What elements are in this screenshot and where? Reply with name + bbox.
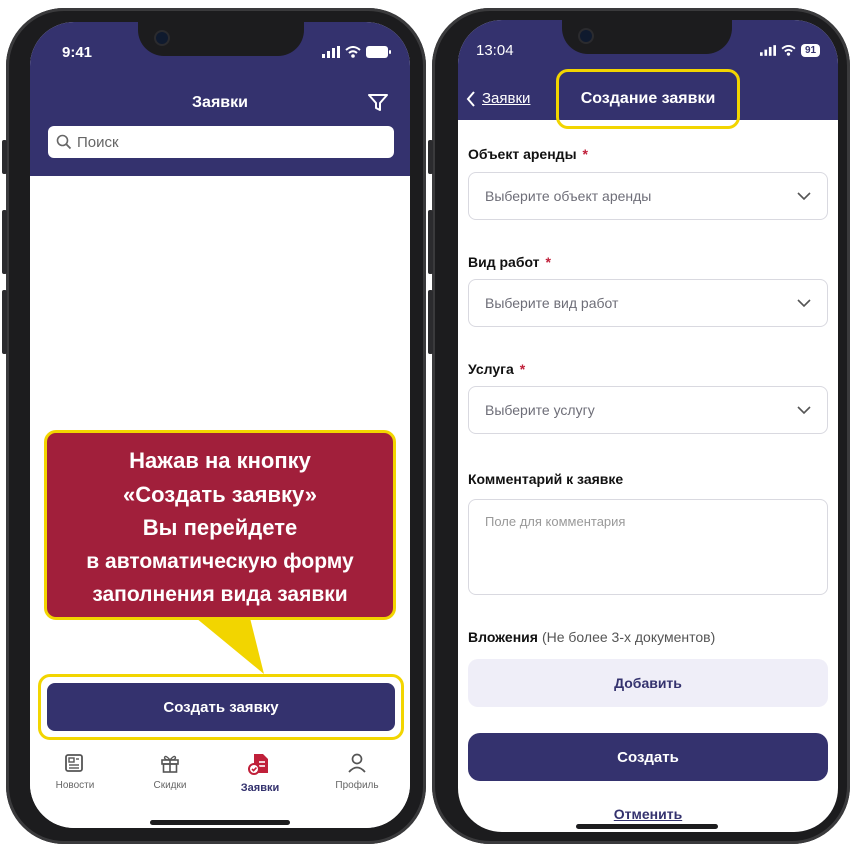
- callout-line: Вы перейдете: [142, 515, 298, 540]
- battery-level: 91: [805, 45, 817, 56]
- tab-discounts[interactable]: Скидки: [130, 752, 210, 791]
- wifi-icon: [345, 46, 361, 58]
- select-placeholder: Выберите объект аренды: [485, 188, 652, 204]
- label-text: Объект аренды: [468, 146, 577, 162]
- create-request-button[interactable]: Создать заявку: [47, 683, 395, 731]
- add-attachment-button[interactable]: Добавить: [468, 659, 828, 707]
- wifi-icon: [781, 45, 796, 56]
- callout-pointer-arrow: [196, 618, 264, 674]
- instruction-callout: Нажав на кнопку «Создать заявку» Вы пере…: [44, 430, 396, 620]
- service-select[interactable]: Выберите услугу: [468, 386, 828, 434]
- status-icons: [322, 46, 392, 58]
- page-title-highlight: Создание заявки: [556, 69, 740, 129]
- callout-line: заполнения вида заявки: [92, 583, 348, 606]
- required-mark: *: [582, 146, 588, 162]
- tab-label: Новости: [55, 780, 95, 791]
- volume-down-button: [2, 290, 7, 354]
- field-label: Услуга *: [468, 361, 525, 377]
- page-title: Заявки: [192, 94, 248, 111]
- required-mark: *: [545, 254, 551, 270]
- tab-requests[interactable]: Заявки: [220, 752, 300, 794]
- signal-icon: [322, 46, 340, 58]
- attachments-label: Вложения (Не более 3-х документов): [468, 629, 715, 645]
- home-indicator: [576, 824, 718, 829]
- select-placeholder: Выберите услугу: [485, 402, 595, 418]
- chevron-down-icon: [797, 405, 811, 414]
- comment-placeholder: Поле для комментария: [485, 514, 626, 529]
- camera: [156, 32, 168, 44]
- label-text: Вид работ: [468, 254, 540, 270]
- tab-profile[interactable]: Профиль: [317, 752, 397, 791]
- chevron-down-icon: [797, 298, 811, 307]
- attachments-hint: (Не более 3-х документов): [541, 629, 716, 645]
- person-icon: [348, 753, 366, 773]
- field-label: Объект аренды *: [468, 146, 588, 162]
- back-label: Заявки: [482, 90, 531, 107]
- camera: [580, 30, 592, 42]
- tab-label: Профиль: [335, 780, 379, 791]
- status-time: 9:41: [62, 44, 93, 61]
- callout-line: Нажав на кнопку: [129, 448, 311, 473]
- callout-line: в автоматическую форму: [86, 549, 354, 573]
- battery-icon: [366, 46, 391, 58]
- back-button[interactable]: Заявки: [466, 90, 530, 107]
- rental-object-select[interactable]: Выберите объект аренды: [468, 172, 828, 220]
- tab-news[interactable]: Новости: [35, 752, 115, 791]
- tab-bar: Новости Скидки Заявки Профиль: [30, 740, 410, 828]
- notch: [138, 22, 304, 56]
- status-icons: 91: [760, 44, 821, 57]
- field-label: Вид работ *: [468, 254, 551, 270]
- filter-icon[interactable]: [368, 94, 388, 112]
- chevron-down-icon: [797, 191, 811, 200]
- tab-label: Скидки: [153, 780, 187, 791]
- volume-up-button: [428, 210, 433, 274]
- page-title: Создание заявки: [580, 90, 716, 107]
- battery-icon: 91: [801, 44, 821, 57]
- notch: [562, 20, 732, 54]
- status-time: 13:04: [476, 42, 514, 59]
- right-screen: 13:04 91 Заявки Создание заявки Объект а…: [458, 20, 838, 832]
- document-icon: [248, 754, 268, 775]
- left-screen: 9:41 Заявки Поиск Нажав на кнопку «Созда…: [30, 22, 410, 828]
- mute-switch: [2, 140, 7, 174]
- create-button-highlight: Создать заявку: [38, 674, 404, 740]
- comment-label: Комментарий к заявке: [468, 471, 624, 487]
- search-icon: [56, 134, 72, 150]
- label-text: Вложения: [468, 629, 538, 645]
- volume-down-button: [428, 290, 433, 354]
- label-text: Услуга: [468, 361, 514, 377]
- home-indicator: [150, 820, 290, 825]
- tab-label: Заявки: [240, 782, 280, 794]
- mute-switch: [428, 140, 433, 174]
- required-mark: *: [519, 361, 526, 377]
- cancel-link[interactable]: Отменить: [468, 806, 828, 822]
- volume-up-button: [2, 210, 7, 274]
- gift-icon: [161, 755, 179, 773]
- work-type-select[interactable]: Выберите вид работ: [468, 279, 828, 327]
- search-input[interactable]: Поиск: [48, 126, 394, 158]
- signal-icon: [760, 45, 776, 56]
- create-button[interactable]: Создать: [468, 733, 828, 781]
- callout-line: «Создать заявку»: [122, 481, 318, 507]
- newspaper-icon: [65, 754, 83, 772]
- comment-textarea[interactable]: Поле для комментария: [468, 499, 828, 595]
- chevron-left-icon: [466, 90, 475, 107]
- search-placeholder: Поиск: [77, 133, 119, 151]
- select-placeholder: Выберите вид работ: [485, 295, 619, 311]
